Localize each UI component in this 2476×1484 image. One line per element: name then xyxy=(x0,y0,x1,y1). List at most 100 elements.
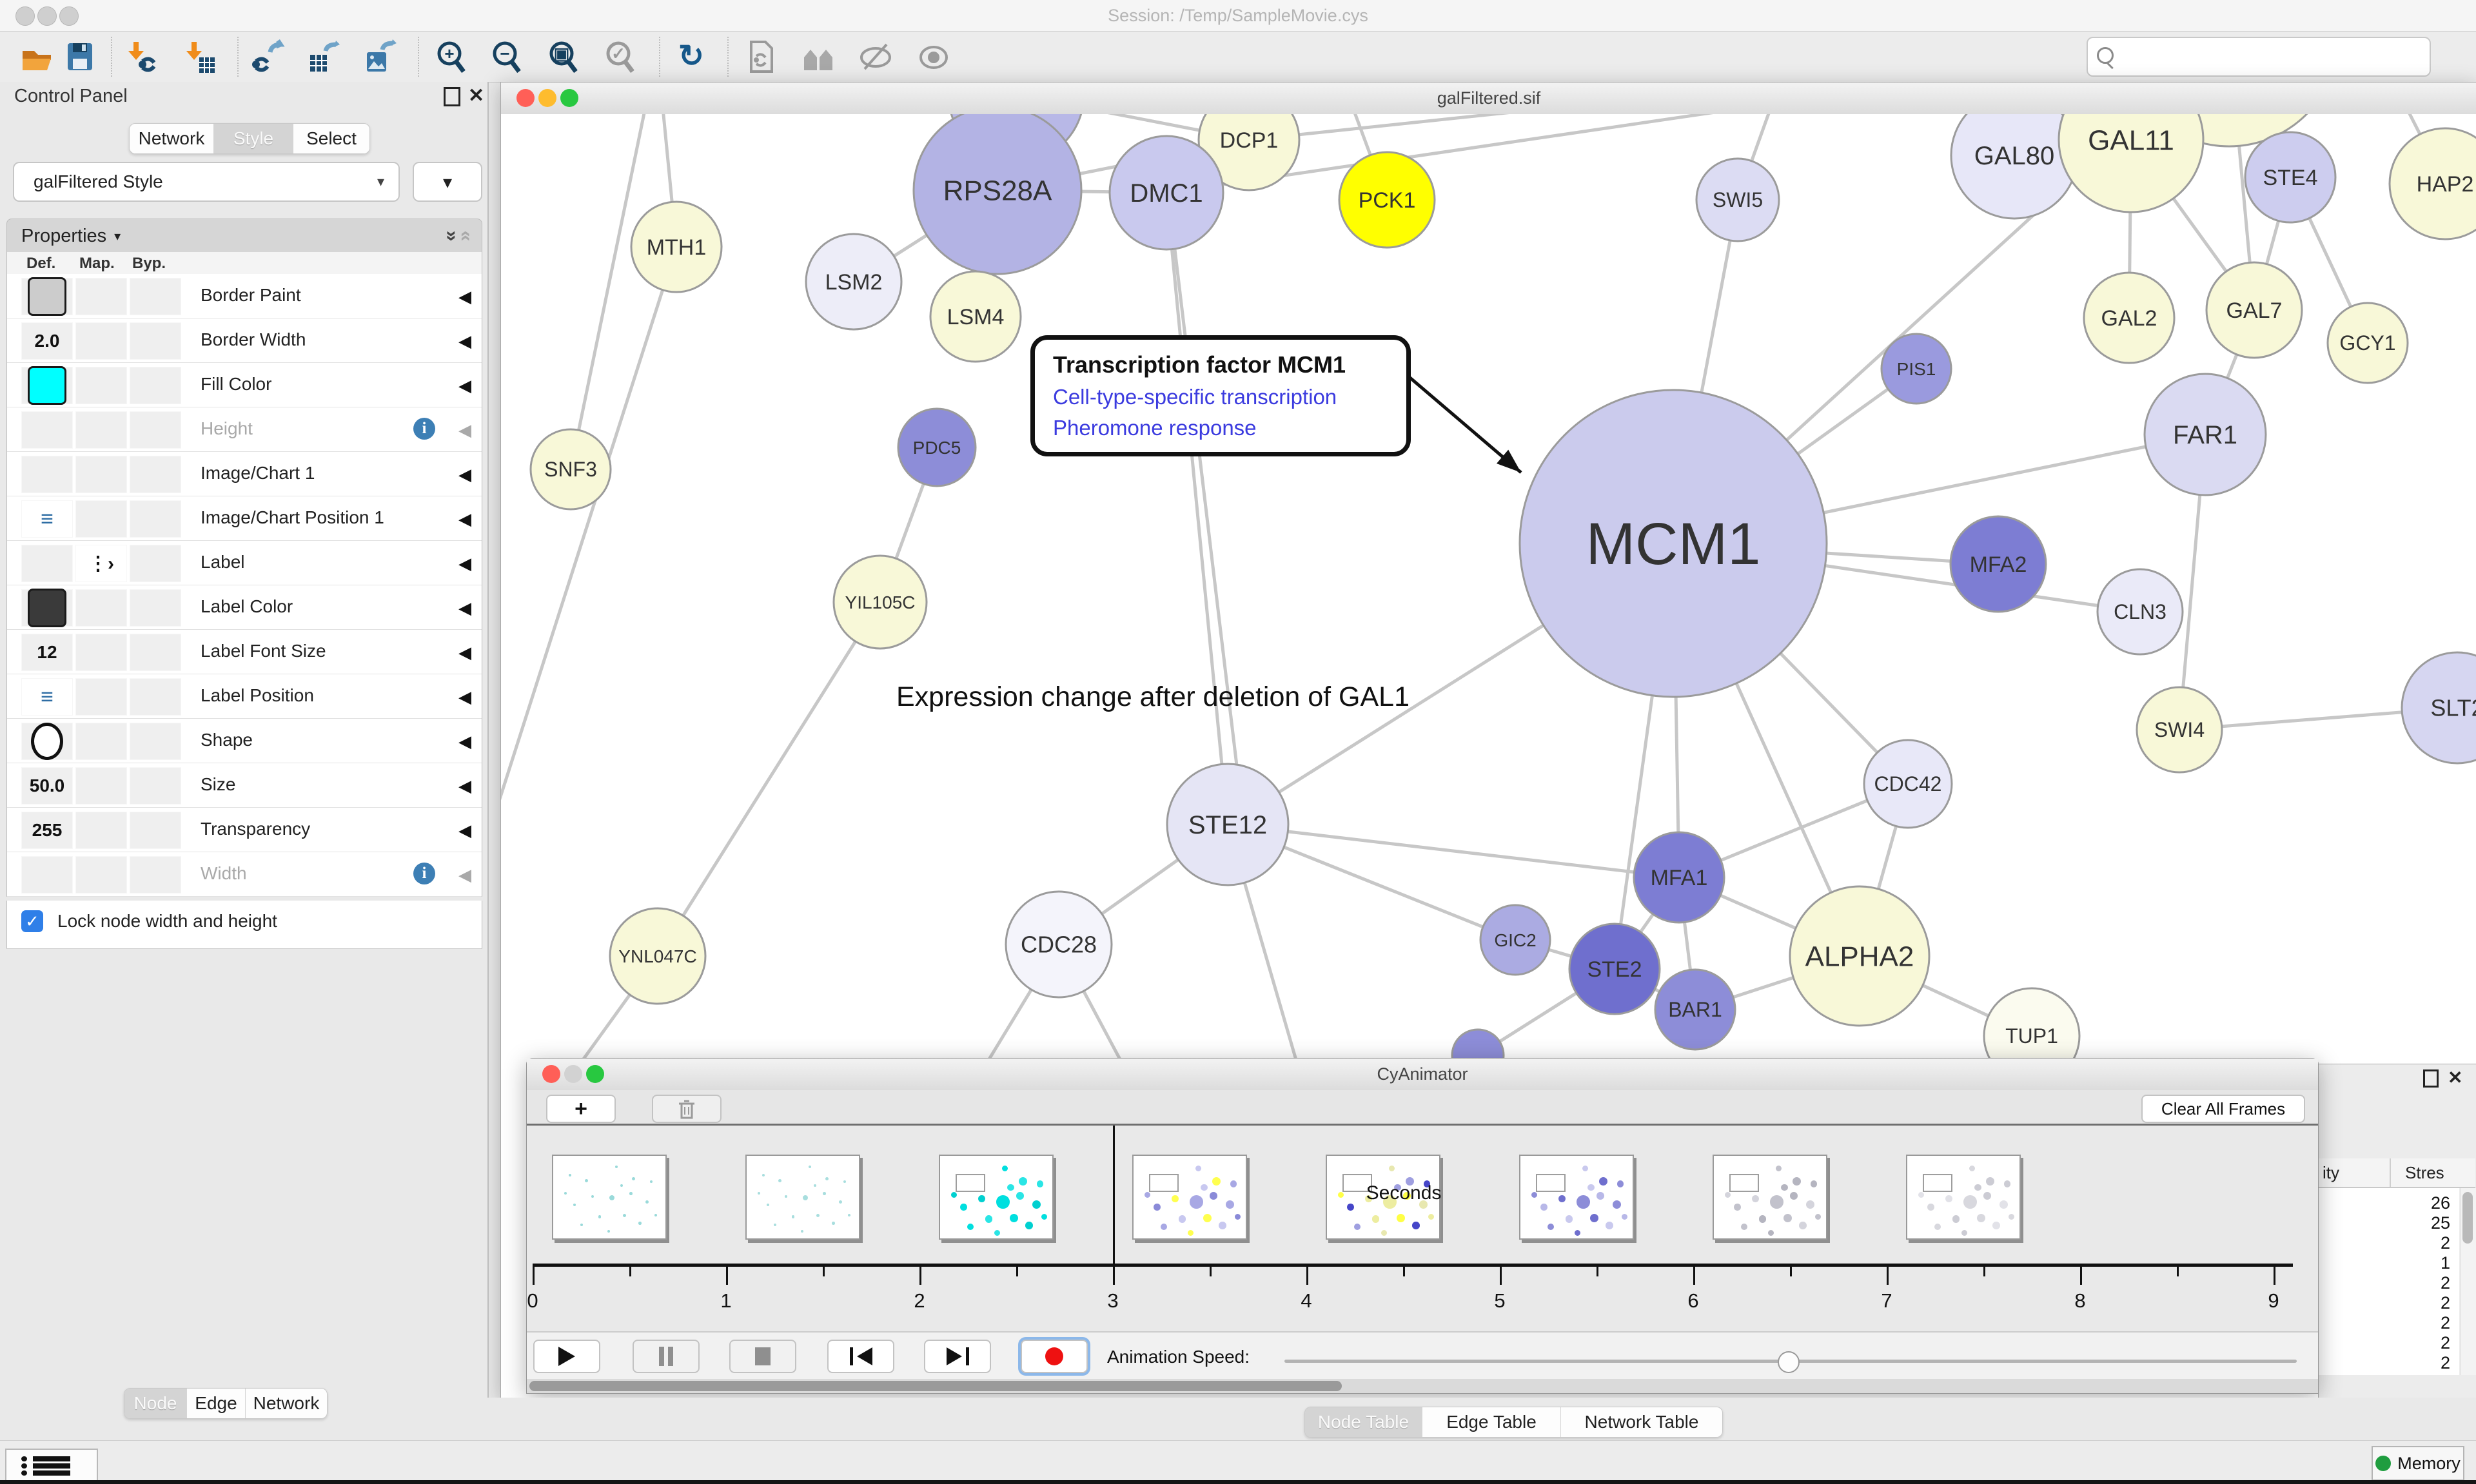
bypass-cell[interactable] xyxy=(130,723,181,760)
graph-node-GCY1[interactable]: GCY1 xyxy=(2328,303,2408,383)
show-icon[interactable] xyxy=(916,39,952,75)
zoom-fit-icon[interactable]: ▣ xyxy=(545,39,582,75)
default-value-cell[interactable] xyxy=(21,589,73,627)
frame-thumbnail-7[interactable] xyxy=(1906,1155,2021,1240)
close-panel-icon[interactable]: ✕ xyxy=(2448,1067,2462,1088)
network-window-titlebar[interactable]: galFiltered.sif xyxy=(501,83,2476,115)
graph-node-STE2[interactable]: STE2 xyxy=(1569,924,1660,1014)
hide-icon[interactable] xyxy=(858,39,894,75)
graph-node-PDC5[interactable]: PDC5 xyxy=(898,409,976,486)
bypass-cell[interactable] xyxy=(130,767,181,805)
property-row-shape[interactable]: Shape◀ xyxy=(7,719,482,763)
bypass-cell[interactable] xyxy=(130,589,181,627)
bypass-cell[interactable] xyxy=(130,678,181,716)
graph-node-SWI4[interactable]: SWI4 xyxy=(2137,687,2222,772)
expand-row-icon[interactable]: ◀ xyxy=(458,420,471,440)
graph-node-MCM1[interactable]: MCM1 xyxy=(1520,390,1827,697)
annotation-line-1[interactable]: Cell-type-specific transcription xyxy=(1053,385,1388,409)
mapping-cell[interactable] xyxy=(75,856,127,893)
graph-node-MFA2[interactable]: MFA2 xyxy=(1950,516,2046,612)
expand-row-icon[interactable]: ◀ xyxy=(458,821,471,841)
graph-node-STE4[interactable]: STE4 xyxy=(2245,132,2335,222)
tab-style[interactable]: Style xyxy=(214,124,293,153)
mapping-cell[interactable] xyxy=(75,723,127,760)
delete-frame-button[interactable] xyxy=(652,1095,722,1123)
default-value-cell[interactable] xyxy=(21,856,73,893)
cyanimator-scrollbar[interactable] xyxy=(527,1379,2318,1393)
scrollbar-thumb[interactable] xyxy=(2462,1192,2473,1244)
lock-checkbox[interactable]: ✓ xyxy=(21,910,43,932)
default-value-cell[interactable]: ≡ xyxy=(21,500,73,538)
expand-row-icon[interactable]: ◀ xyxy=(458,643,471,663)
save-icon[interactable] xyxy=(62,39,98,75)
export-table-icon[interactable] xyxy=(306,39,342,75)
annotation-line-2[interactable]: Pheromone response xyxy=(1053,416,1388,440)
mapping-cell[interactable] xyxy=(75,767,127,805)
graph-edge[interactable] xyxy=(658,602,880,956)
expand-row-icon[interactable]: ◀ xyxy=(458,687,471,707)
frame-thumbnail-3[interactable] xyxy=(1132,1155,1247,1240)
graph-node-MFA1[interactable]: MFA1 xyxy=(1634,832,1724,923)
property-row-fill-color[interactable]: Fill Color◀ xyxy=(7,363,482,407)
clear-all-frames-button[interactable]: Clear All Frames xyxy=(2141,1095,2305,1123)
record-button[interactable] xyxy=(1021,1340,1088,1373)
graph-node-YNL047C[interactable]: YNL047C xyxy=(610,908,705,1004)
tab-network-table[interactable]: Network Table xyxy=(1561,1407,1722,1437)
mapping-cell[interactable] xyxy=(75,322,127,360)
property-row-height[interactable]: Heighti◀ xyxy=(7,407,482,452)
tab-select[interactable]: Select xyxy=(293,124,369,153)
graph-edge[interactable] xyxy=(501,247,676,855)
graph-node-BAR1[interactable]: BAR1 xyxy=(1655,970,1735,1050)
bypass-cell[interactable] xyxy=(130,856,181,893)
graph-node-SWI5[interactable]: SWI5 xyxy=(1696,159,1779,241)
refresh-layout-icon[interactable]: ↻ xyxy=(673,39,709,75)
first-neighbors-icon[interactable] xyxy=(801,39,837,75)
properties-header[interactable]: Properties ▾ » » xyxy=(6,219,482,253)
play-button[interactable] xyxy=(533,1340,600,1373)
property-row-label[interactable]: ⋮›Label◀ xyxy=(7,541,482,585)
mapping-cell[interactable] xyxy=(75,500,127,538)
expand-row-icon[interactable]: ◀ xyxy=(458,287,471,307)
frame-thumbnail-0[interactable] xyxy=(552,1155,667,1240)
expand-row-icon[interactable]: ◀ xyxy=(458,732,471,752)
default-value-cell[interactable] xyxy=(21,545,73,582)
mapping-cell[interactable] xyxy=(75,634,127,671)
tab-node-table[interactable]: Node Table xyxy=(1305,1407,1422,1437)
network-caption[interactable]: Expression change after deletion of GAL1 xyxy=(896,681,1410,713)
graph-node-MTH1[interactable]: MTH1 xyxy=(631,202,722,292)
graph-node-DMC1[interactable]: DMC1 xyxy=(1110,136,1223,249)
column-divider[interactable] xyxy=(2390,1158,2391,1187)
frame-thumbnail-5[interactable] xyxy=(1519,1155,1634,1240)
export-image-icon[interactable] xyxy=(362,39,398,75)
stop-button[interactable] xyxy=(729,1340,796,1373)
graph-node-GAL2[interactable]: GAL2 xyxy=(2084,273,2174,363)
expand-row-icon[interactable]: ◀ xyxy=(458,554,471,574)
property-row-border-paint[interactable]: Border Paint◀ xyxy=(7,274,482,318)
mapping-cell[interactable]: ⋮› xyxy=(75,545,127,582)
bypass-cell[interactable] xyxy=(130,278,181,315)
graph-node-PCK1[interactable]: PCK1 xyxy=(1339,152,1435,248)
property-row-size[interactable]: 50.0Size◀ xyxy=(7,763,482,808)
bypass-cell[interactable] xyxy=(130,367,181,404)
float-panel-icon[interactable] xyxy=(2423,1069,2439,1088)
property-row-label-font-size[interactable]: 12Label Font Size◀ xyxy=(7,630,482,674)
default-value-cell[interactable] xyxy=(21,411,73,449)
expand-row-icon[interactable]: ◀ xyxy=(458,331,471,351)
expand-row-icon[interactable]: ◀ xyxy=(458,776,471,796)
cyanimator-titlebar[interactable]: CyAnimator xyxy=(527,1059,2318,1091)
zoom-in-icon[interactable]: + xyxy=(433,39,469,75)
default-value-cell[interactable]: 50.0 xyxy=(21,767,73,805)
close-panel-icon[interactable]: ✕ xyxy=(468,84,484,107)
graph-node-PIS1[interactable]: PIS1 xyxy=(1882,334,1951,404)
float-panel-icon[interactable] xyxy=(444,87,460,106)
graph-node-GIC2[interactable]: GIC2 xyxy=(1480,905,1550,975)
skip-to-start-button[interactable] xyxy=(827,1340,894,1373)
default-value-cell[interactable]: 12 xyxy=(21,634,73,671)
tab-edge-table[interactable]: Edge Table xyxy=(1422,1407,1561,1437)
skip-to-end-button[interactable] xyxy=(924,1340,991,1373)
graph-node-HAP2[interactable]: HAP2 xyxy=(2390,128,2476,239)
network-file-icon[interactable] xyxy=(743,39,779,75)
graph-edge[interactable] xyxy=(1166,193,1228,825)
collapse-all-icon[interactable]: » xyxy=(454,231,476,242)
info-icon[interactable]: i xyxy=(413,418,435,440)
